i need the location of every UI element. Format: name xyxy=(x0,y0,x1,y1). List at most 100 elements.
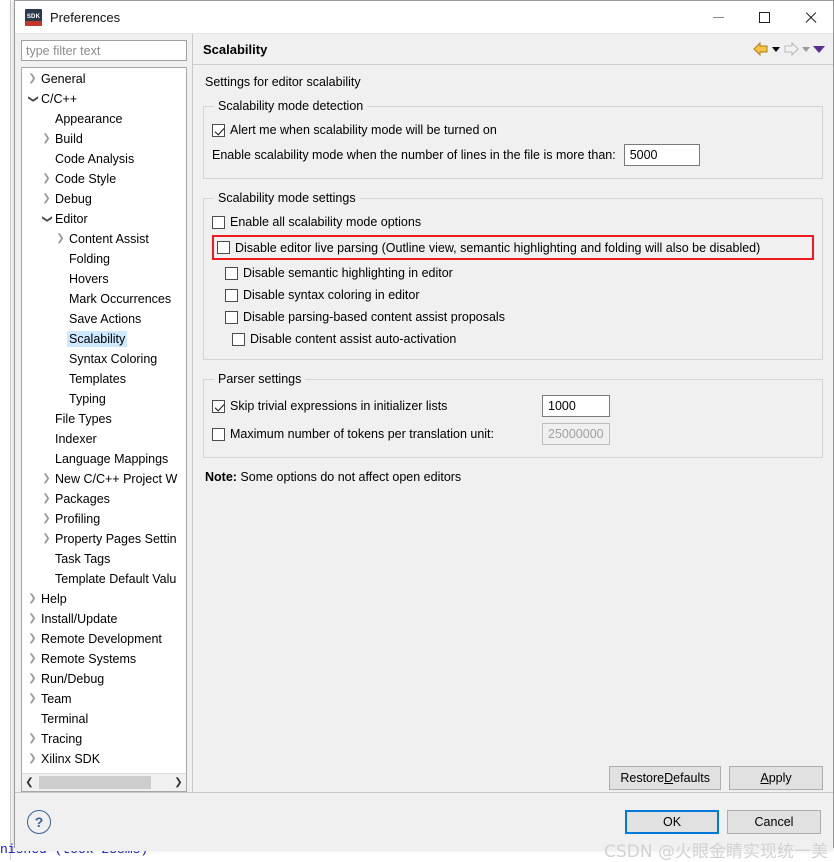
sidebar-item-indexer[interactable]: Indexer xyxy=(22,429,186,449)
chevron-right-icon[interactable]: ❯ xyxy=(26,694,39,704)
checkbox-disable-parsing-content-assist[interactable]: Disable parsing-based content assist pro… xyxy=(225,306,814,328)
sidebar-item-scalability[interactable]: Scalability xyxy=(22,329,186,349)
checkbox-icon[interactable] xyxy=(217,241,230,254)
sidebar-item-file-types[interactable]: File Types xyxy=(22,409,186,429)
sidebar-item-code-analysis[interactable]: Code Analysis xyxy=(22,149,186,169)
background-left-strip xyxy=(0,0,11,860)
sidebar-item-save-actions[interactable]: Save Actions xyxy=(22,309,186,329)
scroll-left-button[interactable]: ❮ xyxy=(22,775,37,790)
sidebar-item-c-c[interactable]: ❯ C/C++ xyxy=(22,89,186,109)
chevron-right-icon[interactable]: ❯ xyxy=(26,634,39,644)
sidebar-item-tracing[interactable]: ❯ Tracing xyxy=(22,729,186,749)
checkbox-disable-content-assist-autoactivation[interactable]: Disable content assist auto-activation xyxy=(232,328,814,350)
cancel-button[interactable]: Cancel xyxy=(727,810,821,834)
forward-arrow-icon xyxy=(783,42,799,56)
chevron-right-icon[interactable]: ❯ xyxy=(26,594,39,604)
sidebar-item-typing[interactable]: Typing xyxy=(22,389,186,409)
sidebar-item-new-c-c-project-w[interactable]: ❯ New C/C++ Project W xyxy=(22,469,186,489)
chevron-right-icon[interactable]: ❯ xyxy=(54,234,67,244)
chevron-right-icon[interactable]: ❯ xyxy=(26,674,39,684)
sidebar-item-label: Indexer xyxy=(55,432,97,446)
filter-input[interactable]: type filter text xyxy=(21,40,187,61)
apply-button[interactable]: Apply xyxy=(729,765,823,790)
maximize-icon xyxy=(758,11,770,23)
sidebar-item-help[interactable]: ❯ Help xyxy=(22,589,186,609)
sidebar-item-install-update[interactable]: ❯ Install/Update xyxy=(22,609,186,629)
chevron-right-icon[interactable]: ❯ xyxy=(40,194,53,204)
restore-defaults-button[interactable]: Restore Defaults xyxy=(609,765,721,790)
maximize-button[interactable] xyxy=(741,1,787,33)
highlighted-option-disable-live-parsing[interactable]: Disable editor live parsing (Outline vie… xyxy=(212,235,814,260)
sidebar-item-packages[interactable]: ❯ Packages xyxy=(22,489,186,509)
chevron-right-icon[interactable]: ❯ xyxy=(26,654,39,664)
sidebar-item-team[interactable]: ❯ Team xyxy=(22,689,186,709)
sidebar-item-remote-development[interactable]: ❯ Remote Development xyxy=(22,629,186,649)
sidebar-item-remote-systems[interactable]: ❯ Remote Systems xyxy=(22,649,186,669)
checkbox-icon[interactable] xyxy=(225,288,238,302)
back-arrow-icon[interactable] xyxy=(753,42,769,56)
preferences-tree[interactable]: ❯ General ❯ C/C++ Appearance ❯ Build Code Analy… xyxy=(22,68,186,773)
chevron-down-icon[interactable]: ❯ xyxy=(42,213,53,226)
chevron-right-icon[interactable]: ❯ xyxy=(40,514,53,524)
skip-trivial-expressions-input[interactable]: 1000 xyxy=(542,395,610,417)
chevron-right-icon[interactable]: ❯ xyxy=(40,474,53,484)
checkbox-icon[interactable] xyxy=(212,123,225,137)
chevron-right-icon[interactable]: ❯ xyxy=(40,534,53,544)
back-dropdown-icon[interactable] xyxy=(772,46,780,52)
scrollbar-track[interactable] xyxy=(37,775,171,790)
checkbox-icon[interactable] xyxy=(212,427,225,441)
apply-post: pply xyxy=(768,770,792,785)
checkbox-icon[interactable] xyxy=(225,266,238,280)
sidebar-item-folding[interactable]: Folding xyxy=(22,249,186,269)
sidebar-item-task-tags[interactable]: Task Tags xyxy=(22,549,186,569)
ok-button[interactable]: OK xyxy=(625,810,719,834)
sidebar-item-editor[interactable]: ❯ Editor xyxy=(22,209,186,229)
line-threshold-input[interactable]: 5000 xyxy=(623,144,700,166)
checkbox-icon[interactable] xyxy=(232,332,245,346)
checkbox-enable-all-options[interactable]: Enable all scalability mode options xyxy=(212,211,814,233)
tree-horizontal-scrollbar[interactable]: ❮ ❯ xyxy=(22,773,186,791)
sidebar-item-profiling[interactable]: ❯ Profiling xyxy=(22,509,186,529)
close-button[interactable] xyxy=(787,1,833,33)
sidebar-item-code-style[interactable]: ❯ Code Style xyxy=(22,169,186,189)
sidebar-item-run-debug[interactable]: ❯ Run/Debug xyxy=(22,669,186,689)
chevron-right-icon[interactable]: ❯ xyxy=(40,174,53,184)
page-menu-icon[interactable] xyxy=(813,45,825,53)
sidebar-item-appearance[interactable]: Appearance xyxy=(22,109,186,129)
chevron-down-icon[interactable]: ❯ xyxy=(28,93,39,106)
sidebar-item-label: Template Default Valu xyxy=(55,572,177,586)
sidebar-item-syntax-coloring[interactable]: Syntax Coloring xyxy=(22,349,186,369)
checkbox-icon[interactable] xyxy=(225,310,238,324)
checkbox-alert-scalability-mode[interactable]: Alert me when scalability mode will be t… xyxy=(212,119,814,141)
preferences-tree-container: ❯ General ❯ C/C++ Appearance ❯ Build Code Analy… xyxy=(21,67,187,792)
sidebar-item-terminal[interactable]: Terminal xyxy=(22,709,186,729)
scroll-right-button[interactable]: ❯ xyxy=(171,775,186,790)
question-mark-icon[interactable]: ? xyxy=(27,810,51,834)
checkbox-label: Disable syntax coloring in editor xyxy=(243,288,420,302)
sidebar-item-templates[interactable]: Templates xyxy=(22,369,186,389)
scrollbar-thumb[interactable] xyxy=(39,776,151,789)
sidebar-item-content-assist[interactable]: ❯ Content Assist xyxy=(22,229,186,249)
sidebar-item-build[interactable]: ❯ Build xyxy=(22,129,186,149)
minimize-button[interactable] xyxy=(695,1,741,33)
sidebar-item-debug[interactable]: ❯ Debug xyxy=(22,189,186,209)
checkbox-disable-syntax-coloring[interactable]: Disable syntax coloring in editor xyxy=(225,284,814,306)
chevron-right-icon[interactable]: ❯ xyxy=(26,754,39,764)
checkbox-icon[interactable] xyxy=(212,215,225,229)
row-max-tokens: Maximum number of tokens per translation… xyxy=(212,420,814,448)
chevron-right-icon[interactable]: ❯ xyxy=(40,134,53,144)
checkbox-icon[interactable] xyxy=(212,399,225,413)
dialog-title: Preferences xyxy=(50,9,121,25)
sidebar-item-general[interactable]: ❯ General xyxy=(22,69,186,89)
chevron-right-icon[interactable]: ❯ xyxy=(26,74,39,84)
sidebar-item-property-pages-settin[interactable]: ❯ Property Pages Settin xyxy=(22,529,186,549)
sidebar-item-language-mappings[interactable]: Language Mappings xyxy=(22,449,186,469)
chevron-right-icon[interactable]: ❯ xyxy=(40,494,53,504)
chevron-right-icon[interactable]: ❯ xyxy=(26,614,39,624)
sidebar-item-xilinx-sdk[interactable]: ❯ Xilinx SDK xyxy=(22,749,186,769)
chevron-right-icon[interactable]: ❯ xyxy=(26,734,39,744)
sidebar-item-template-default-valu[interactable]: Template Default Valu xyxy=(22,569,186,589)
sidebar-item-hovers[interactable]: Hovers xyxy=(22,269,186,289)
checkbox-disable-semantic-highlighting[interactable]: Disable semantic highlighting in editor xyxy=(225,262,814,284)
sidebar-item-mark-occurrences[interactable]: Mark Occurrences xyxy=(22,289,186,309)
